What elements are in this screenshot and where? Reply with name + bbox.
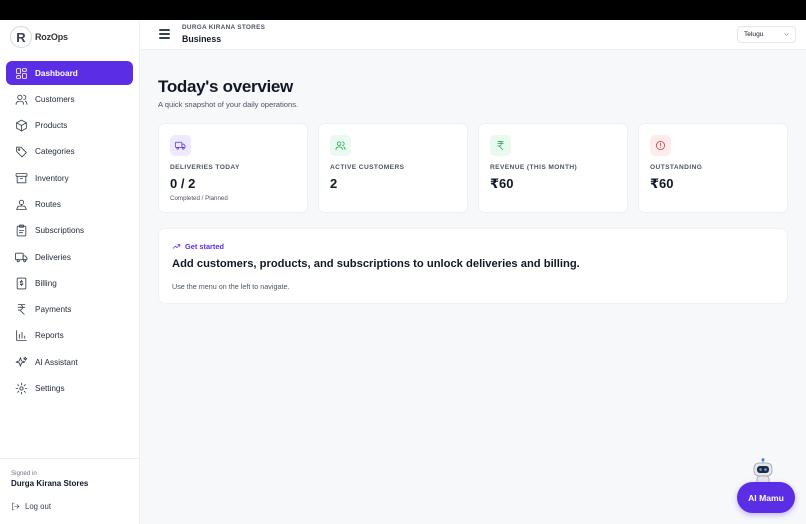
sidebar-item-billing[interactable]: Billing	[6, 271, 133, 295]
sidebar-item-label: Products	[35, 121, 68, 131]
dashboard-icon	[15, 67, 28, 80]
ai-assistant-button[interactable]: AI Mamu	[737, 482, 795, 513]
bar-chart-icon	[15, 329, 28, 342]
store-name: DURGA KIRANA STORES	[182, 24, 266, 31]
truck-icon	[15, 251, 28, 264]
sidebar-item-ai-assistant[interactable]: AI Assistant	[6, 350, 133, 374]
trending-up-icon	[172, 244, 181, 249]
sidebar-item-payments[interactable]: Payments	[6, 298, 133, 322]
logo-icon: R	[10, 26, 32, 48]
stat-card-outstanding: OUTSTANDING ₹60	[638, 123, 788, 213]
sidebar-item-routes[interactable]: Routes	[6, 192, 133, 216]
logout-label: Log out	[25, 502, 52, 511]
box-icon	[15, 119, 28, 132]
get-started-note: Use the menu on the left to navigate.	[172, 282, 290, 291]
stat-value: ₹60	[650, 176, 674, 191]
signed-in-user: Durga Kirana Stores	[11, 479, 89, 488]
sidebar-footer: Signed in Durga Kirana Stores Log out	[0, 458, 139, 524]
signed-in-label: Signed in	[11, 470, 37, 477]
sidebar-item-label: AI Assistant	[35, 357, 78, 367]
chevron-down-icon	[784, 33, 789, 36]
sidebar-item-label: Dashboard	[35, 68, 78, 78]
stat-note: Completed / Planned	[170, 195, 228, 202]
page-subtitle: A quick snapshot of your daily operation…	[158, 100, 299, 109]
top-header: DURGA KIRANA STORES Business Telugu	[140, 20, 806, 50]
stat-label: REVENUE (THIS MONTH)	[490, 164, 578, 171]
stat-value: 2	[330, 176, 338, 191]
sidebar-item-label: Billing	[35, 278, 57, 288]
sidebar-item-label: Customers	[35, 94, 75, 104]
archive-icon	[15, 172, 28, 185]
sidebar-nav: Dashboard Customers Products Categories …	[6, 61, 133, 403]
language-value: Telugu	[744, 31, 764, 38]
sidebar-item-label: Subscriptions	[35, 226, 85, 236]
sidebar-item-subscriptions[interactable]: Subscriptions	[6, 219, 133, 243]
stat-label: ACTIVE CUSTOMERS	[330, 164, 405, 171]
get-started-title: Add customers, products, and subscriptio…	[172, 258, 580, 270]
get-started-tag-label: Get started	[185, 242, 225, 251]
alert-circle-icon	[650, 135, 671, 156]
rupee-icon	[15, 303, 28, 316]
stat-label: DELIVERIES TODAY	[170, 164, 240, 171]
top-black-bar	[0, 0, 806, 20]
logout-icon	[12, 502, 20, 511]
stat-card-active-customers: ACTIVE CUSTOMERS 2	[318, 123, 468, 213]
stat-card-deliveries: DELIVERIES TODAY 0 / 2 Completed / Plann…	[158, 123, 308, 213]
sidebar-item-settings[interactable]: Settings	[6, 377, 133, 401]
sidebar-item-label: Payments	[35, 305, 72, 315]
store-type: Business	[182, 34, 222, 44]
sidebar-item-categories[interactable]: Categories	[6, 140, 133, 164]
sidebar-item-label: Reports	[35, 331, 64, 341]
menu-toggle-button[interactable]	[159, 29, 170, 39]
get-started-tag: Get started	[172, 242, 224, 251]
stat-value: 0 / 2	[170, 176, 196, 191]
sidebar: R RozOps Dashboard Customers Products Ca…	[0, 20, 140, 524]
sidebar-item-label: Settings	[35, 384, 65, 394]
sidebar-item-label: Routes	[35, 199, 61, 209]
stat-card-revenue: REVENUE (THIS MONTH) ₹60	[478, 123, 628, 213]
truck-icon	[170, 135, 191, 156]
sparkles-icon	[15, 356, 28, 369]
tag-icon	[15, 145, 28, 158]
route-icon	[15, 198, 28, 211]
gear-icon	[15, 382, 28, 395]
stat-value: ₹60	[490, 176, 514, 191]
page-title: Today's overview	[158, 77, 293, 96]
sidebar-item-products[interactable]: Products	[6, 114, 133, 138]
sidebar-item-dashboard[interactable]: Dashboard	[6, 61, 133, 85]
language-select[interactable]: Telugu	[737, 26, 796, 43]
customers-icon	[15, 93, 28, 106]
rupee-icon	[490, 135, 511, 156]
receipt-icon	[15, 277, 28, 290]
sidebar-item-label: Categories	[35, 147, 75, 157]
brand-logo[interactable]: R RozOps	[10, 26, 68, 48]
sidebar-item-reports[interactable]: Reports	[6, 324, 133, 348]
clipboard-icon	[15, 224, 28, 237]
logout-button[interactable]: Log out	[11, 502, 128, 511]
customers-icon	[330, 135, 351, 156]
sidebar-item-inventory[interactable]: Inventory	[6, 166, 133, 190]
sidebar-item-label: Inventory	[35, 173, 69, 183]
logo-text: RozOps	[35, 32, 68, 42]
stat-label: OUTSTANDING	[650, 164, 703, 171]
sidebar-item-deliveries[interactable]: Deliveries	[6, 245, 133, 269]
sidebar-item-customers[interactable]: Customers	[6, 87, 133, 111]
sidebar-item-label: Deliveries	[35, 252, 71, 262]
get-started-card: Get started Add customers, products, and…	[158, 228, 788, 304]
